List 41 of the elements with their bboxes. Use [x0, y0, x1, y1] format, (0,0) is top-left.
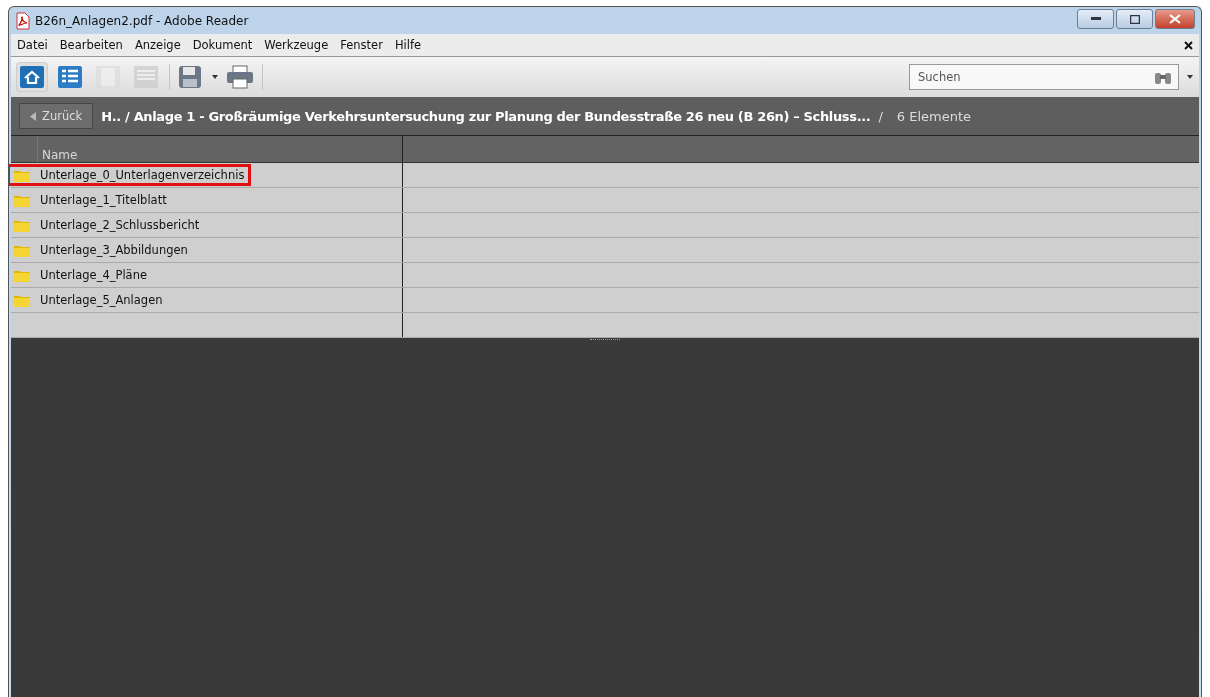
folder-icon [14, 168, 30, 182]
folder-name[interactable]: Unterlage_3_Abbildungen [40, 243, 188, 257]
caret-icon[interactable] [1187, 75, 1193, 79]
menu-item[interactable]: Datei [17, 38, 48, 52]
caret-icon[interactable] [212, 75, 218, 79]
folder-icon [14, 268, 30, 282]
binoculars-icon [1155, 70, 1171, 84]
menu-item[interactable]: Anzeige [134, 38, 181, 52]
path-separator: / [878, 108, 883, 124]
item-count: 6 Elemente [896, 108, 972, 124]
folder-name[interactable]: Unterlage_4_Pläne [40, 268, 147, 282]
pdf-file-icon [15, 11, 31, 30]
breadcrumb-path: H.. / Anlage 1 - Großräumige Verkehrsuntersuchung zur Planung der Bundesstraße 26 neu (B 26n) – Schluss... [101, 108, 871, 124]
back-button[interactable]: Zurück [19, 103, 94, 129]
folder-name[interactable]: Unterlage_1_Titelblatt [40, 193, 167, 207]
home-tool-button[interactable] [17, 63, 47, 91]
close-icon [1169, 14, 1181, 24]
folder-name[interactable]: Unterlage_2_Schlussbericht [40, 218, 200, 232]
left-arrow-icon [30, 111, 36, 121]
menu-item[interactable]: Dokument [192, 38, 253, 52]
printer-icon[interactable] [226, 65, 254, 89]
menu-item[interactable]: Werkzeuge [264, 38, 329, 52]
minimize-button[interactable] [1077, 9, 1114, 29]
folder-icon [14, 193, 30, 207]
save-icon[interactable] [178, 65, 204, 89]
folder-icon [14, 293, 30, 307]
maximize-icon [1129, 14, 1140, 24]
folder-icon [14, 243, 30, 257]
menu-item[interactable]: Hilfe [394, 38, 422, 52]
resize-grip[interactable] [590, 339, 620, 342]
menu-item[interactable]: Fenster [340, 38, 383, 52]
list-tool-button[interactable] [55, 63, 85, 91]
window-title: B26n_Anlagen2.pdf - Adobe Reader [35, 13, 249, 28]
folder-name[interactable]: Unterlage_5_Anlagen [40, 293, 163, 307]
maximize-button[interactable] [1116, 9, 1153, 29]
search-field[interactable]: Suchen [909, 64, 1179, 90]
close-button[interactable] [1155, 9, 1195, 29]
menu-item[interactable]: Bearbeiten [59, 38, 123, 52]
folder-icon [14, 218, 30, 232]
close-icon[interactable] [1184, 40, 1193, 50]
minimize-icon [1090, 17, 1101, 21]
